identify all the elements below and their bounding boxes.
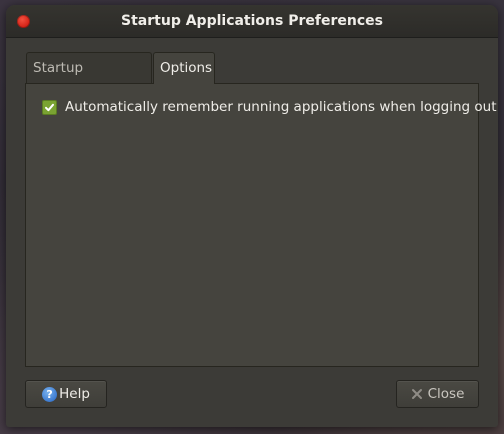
- close-button[interactable]: Close: [396, 380, 479, 408]
- remember-apps-label: Automatically remember running applicati…: [65, 99, 497, 115]
- help-button[interactable]: ? Help: [25, 380, 107, 408]
- help-icon: ?: [42, 386, 58, 402]
- title-bar[interactable]: Startup Applications Preferences: [6, 5, 498, 38]
- help-button-label: Help: [59, 386, 90, 402]
- close-icon: [411, 388, 423, 400]
- startup-applications-dialog: Startup Applications Preferences Startup…: [6, 5, 498, 427]
- close-button-label: Close: [427, 386, 465, 402]
- remember-apps-option[interactable]: Automatically remember running applicati…: [42, 99, 497, 115]
- window-close-icon[interactable]: [17, 15, 30, 28]
- window-title: Startup Applications Preferences: [121, 13, 383, 29]
- remember-apps-checkbox[interactable]: [42, 99, 57, 115]
- options-panel: Automatically remember running applicati…: [25, 83, 497, 367]
- tab-startup-programs[interactable]: Startup Programs: [26, 52, 152, 106]
- tab-options[interactable]: Options: [153, 52, 215, 84]
- checkmark-icon: [45, 103, 54, 111]
